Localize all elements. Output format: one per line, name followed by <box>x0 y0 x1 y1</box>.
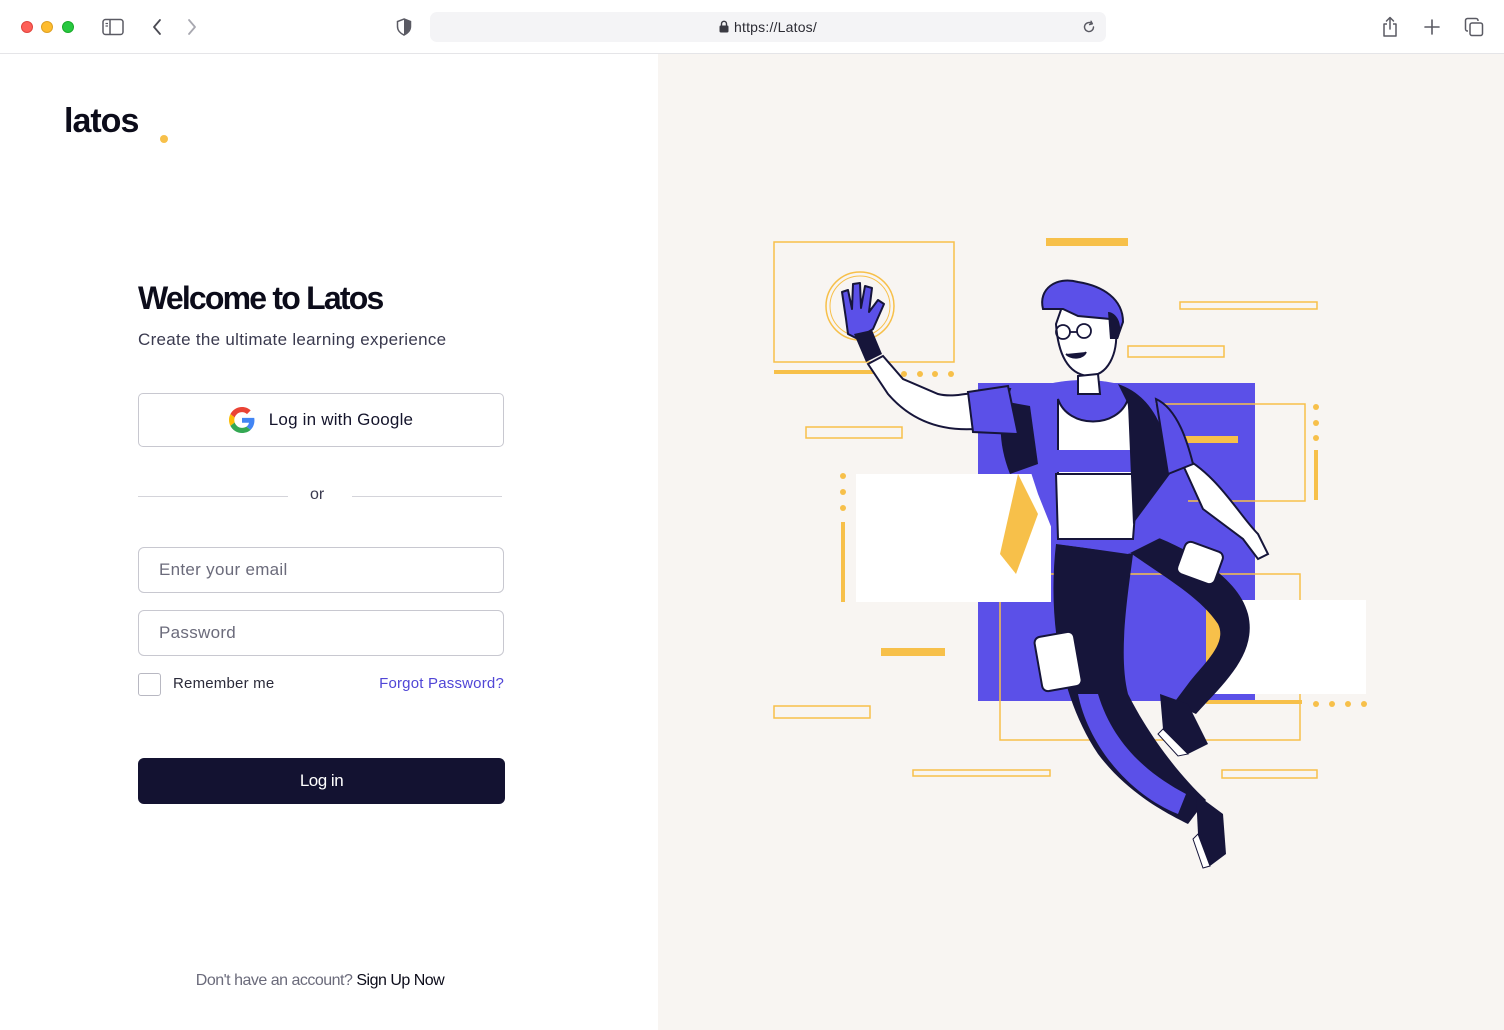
divider-left <box>138 496 288 497</box>
illustration-panel <box>658 54 1504 1030</box>
divider-right <box>352 496 502 497</box>
tabs-icon[interactable] <box>1461 14 1487 40</box>
sidebar-icon[interactable] <box>100 14 126 40</box>
page-title: Welcome to Latos <box>138 280 384 316</box>
brand-logo[interactable]: latos <box>64 102 139 141</box>
url-text: https://Latos/ <box>734 19 817 35</box>
zoom-window-button[interactable] <box>62 21 74 33</box>
hero-illustration <box>773 238 1367 869</box>
browser-toolbar: https://Latos/ <box>0 0 1504 54</box>
signup-prompt: Don't have an account? Sign Up Now <box>0 972 640 990</box>
shield-icon[interactable] <box>391 14 417 40</box>
logo-dot <box>160 135 168 143</box>
share-icon[interactable] <box>1377 14 1403 40</box>
signup-question: Don't have an account? <box>195 972 353 989</box>
back-icon[interactable] <box>144 14 170 40</box>
forward-icon[interactable] <box>179 14 205 40</box>
new-tab-icon[interactable] <box>1419 14 1445 40</box>
reload-icon[interactable] <box>1082 20 1096 34</box>
minimize-window-button[interactable] <box>41 21 53 33</box>
google-login-label: Log in with Google <box>268 410 414 429</box>
email-field[interactable] <box>138 547 504 593</box>
forgot-password-link[interactable]: Forgot Password? <box>379 675 504 692</box>
remember-me-label[interactable]: Remember me <box>173 675 274 692</box>
divider-or: or <box>310 486 325 503</box>
login-panel: latos Welcome to Latos Create the ultima… <box>0 54 658 1030</box>
lock-icon <box>719 20 729 33</box>
signup-link[interactable]: Sign Up Now <box>356 972 444 989</box>
page-subtitle: Create the ultimate learning experience <box>138 330 447 349</box>
password-field[interactable] <box>138 610 504 656</box>
address-bar[interactable]: https://Latos/ <box>430 12 1106 42</box>
google-icon <box>228 407 255 433</box>
login-button[interactable]: Log in <box>138 758 505 804</box>
close-window-button[interactable] <box>21 21 33 33</box>
google-login-button[interactable]: Log in with Google <box>138 393 504 447</box>
remember-me-checkbox[interactable] <box>138 673 161 696</box>
